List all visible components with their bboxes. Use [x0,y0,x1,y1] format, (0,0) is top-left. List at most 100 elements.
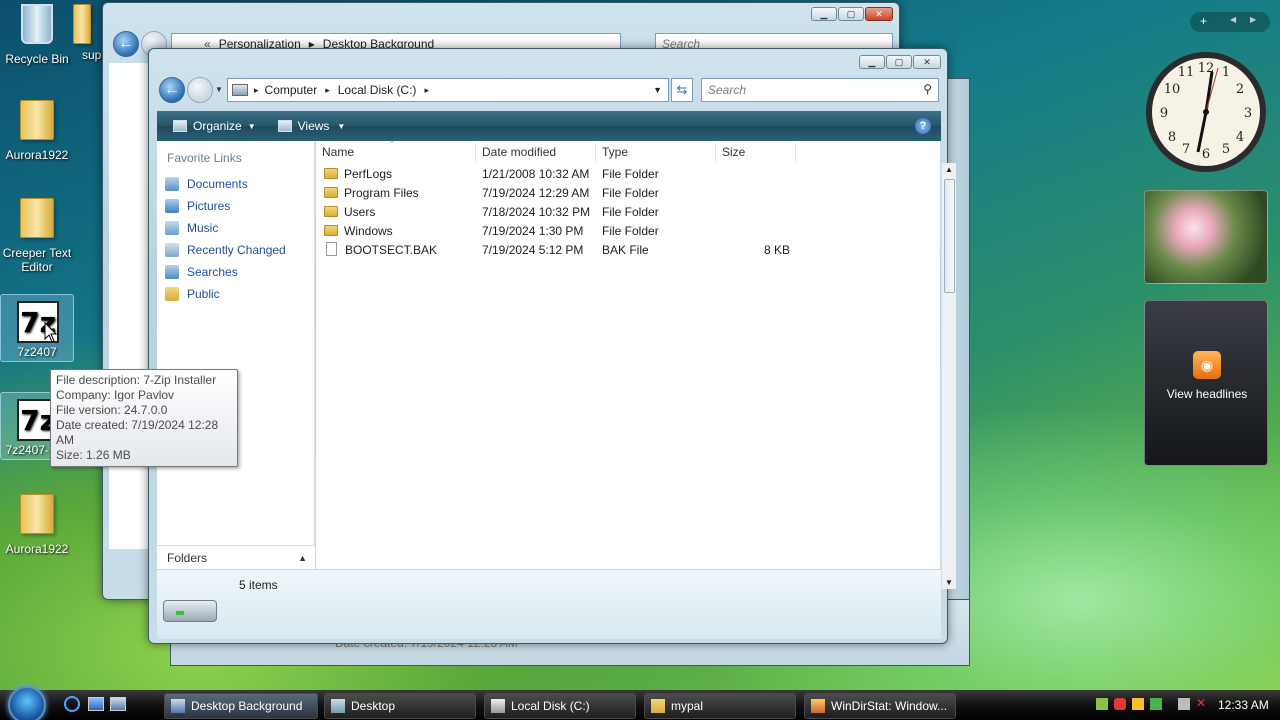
ie-icon[interactable] [64,696,80,712]
scroll-up-arrow-icon[interactable]: ▲ [945,165,953,174]
svg-text:4: 4 [1236,130,1244,145]
file-type: File Folder [602,186,659,200]
desktop-icon-creeper-text-editor[interactable]: Creeper Text Editor [0,198,74,274]
desktop-folder-icon [331,699,345,713]
security-shield-icon[interactable] [1114,698,1126,710]
table-row[interactable]: PerfLogs 1/21/2008 10:32 AM File Folder [316,165,940,184]
views-button[interactable]: Views ▼ [272,119,352,133]
show-desktop-icon[interactable] [88,697,104,711]
windirstat-icon [811,699,825,713]
maximize-button[interactable]: ▢ [838,7,864,21]
file-icon [326,242,337,256]
scroll-thumb[interactable] [944,179,955,293]
view-headlines-label[interactable]: View headlines [1145,387,1269,401]
column-header-type[interactable]: Type [596,141,716,163]
fav-link-searches[interactable]: Searches [157,261,314,283]
folder-icon [20,198,54,238]
svg-text:3: 3 [1244,106,1252,121]
drive-icon [491,699,505,713]
update-icon[interactable] [1132,698,1144,710]
table-row[interactable]: Windows 7/19/2024 1:30 PM File Folder [316,222,940,241]
table-row[interactable]: BOOTSECT.BAK 7/19/2024 5:12 PM BAK File … [316,241,940,260]
desktop-icon-label: Aurora1922 [5,148,69,162]
maximize-button[interactable]: ▢ [886,55,912,69]
search-input[interactable]: Search ⚲ [701,78,939,102]
taskbar-button-desktop[interactable]: Desktop [324,693,476,719]
vertical-scrollbar[interactable]: ▲ ▼ [941,163,956,589]
address-dropdown-icon[interactable]: ▼ [653,85,662,95]
fav-link-music[interactable]: Music [157,217,314,239]
pictures-icon [165,199,179,213]
column-header-name[interactable]: Name ^ [316,139,476,163]
column-header-date-modified[interactable]: Date modified [476,141,596,163]
next-gadget-icon[interactable]: ▶ [1250,15,1256,24]
fav-link-pictures[interactable]: Pictures [157,195,314,217]
minimize-button[interactable]: ▁ [811,7,837,21]
fav-link-public[interactable]: Public [157,283,314,305]
chevron-up-icon: ▲ [298,553,307,563]
prev-gadget-icon[interactable]: ◀ [1230,15,1236,24]
taskbar-button-windirstat[interactable]: WinDirStat: Window... [804,693,956,719]
volume-icon[interactable] [1178,698,1190,710]
file-size: 8 KB [764,243,791,257]
breadcrumb-local-disk[interactable]: Local Disk (C:) [338,83,417,97]
desktop-icon-recycle-bin[interactable]: Recycle Bin [0,4,74,66]
refresh-button[interactable]: ⇆ [671,78,693,102]
taskbar-button-mypal[interactable]: mypal [644,693,796,719]
organize-button[interactable]: Organize ▼ [167,119,262,133]
add-gadget-button[interactable]: + [1200,14,1207,28]
muted-speaker-icon[interactable]: ✕ [1196,696,1206,710]
organize-icon [173,120,187,132]
table-row[interactable]: Program Files 7/19/2024 12:29 AM File Fo… [316,184,940,203]
table-row[interactable]: Users 7/18/2024 10:32 PM File Folder [316,203,940,222]
recycle-bin-icon [21,4,53,44]
desktop-icon-7z2407[interactable]: 7z 7z2407 [0,294,74,362]
folders-bar[interactable]: Folders ▲ [157,545,315,569]
feed-headlines-gadget[interactable]: ◉ View headlines [1144,300,1268,466]
tooltip-line: Company: Igor Pavlov [56,388,175,402]
file-name: BOOTSECT.BAK [345,243,438,257]
recent-pages-dropdown[interactable]: ▼ [215,85,223,94]
svg-text:5: 5 [1222,142,1230,157]
file-type: BAK File [602,243,649,257]
search-icon[interactable]: ⚲ [923,82,932,96]
recent-icon [165,243,179,257]
file-name: PerfLogs [344,167,393,181]
help-button[interactable]: ? [915,118,931,134]
fav-link-documents[interactable]: Documents [157,173,314,195]
desktop-icon-aurora1922[interactable]: Aurora1922 [0,100,74,162]
explorer-window[interactable]: ▁ ▢ ✕ ← ▼ ▸ Computer ▸ Local Disk (C:) ▸… [148,48,956,644]
fav-link-recently-changed[interactable]: Recently Changed [157,239,314,261]
taskbar-button-desktop-background[interactable]: Desktop Background [164,693,318,719]
zip-folder-icon [20,100,54,140]
svg-text:1: 1 [1222,65,1230,80]
scroll-down-arrow-icon[interactable]: ▼ [945,578,953,587]
address-bar[interactable]: ▸ Computer ▸ Local Disk (C:) ▸ ▼ [227,78,669,102]
tooltip-line: Size: 1.26 MB [56,448,131,462]
desktop-icon-aurora1922-2[interactable]: Aurora1922 [0,494,74,556]
svg-text:7: 7 [1182,142,1190,157]
svg-text:9: 9 [1160,106,1168,121]
back-button[interactable]: ← [159,77,185,103]
clock-gadget[interactable]: 1223 468 9101 5711 [1142,50,1270,174]
views-icon [277,120,292,132]
taskbar-button-local-disk[interactable]: Local Disk (C:) [484,693,636,719]
column-header-size[interactable]: Size [716,141,796,163]
file-list: Name ^ Date modified Type Size PerfLogs … [316,139,940,569]
breadcrumb-computer[interactable]: Computer [265,83,318,97]
close-button[interactable]: ✕ [865,7,893,21]
back-button[interactable]: ← [113,31,139,57]
desktop-icon-label: Creeper Text Editor [2,246,72,274]
network-icon[interactable] [1096,698,1108,710]
start-button[interactable] [8,686,46,720]
minimize-button[interactable]: ▁ [859,55,885,69]
clock-time[interactable]: 12:33 AM [1218,698,1269,712]
tray-app-icon[interactable] [1150,698,1162,710]
forward-button[interactable] [187,77,213,103]
folder-icon [324,225,338,236]
slideshow-gadget[interactable] [1144,190,1268,284]
switch-windows-icon[interactable] [110,697,126,711]
close-button[interactable]: ✕ [913,55,941,69]
navigation-pane: Favorite Links Documents Pictures Music … [157,141,315,545]
item-count: 5 items [239,578,278,592]
